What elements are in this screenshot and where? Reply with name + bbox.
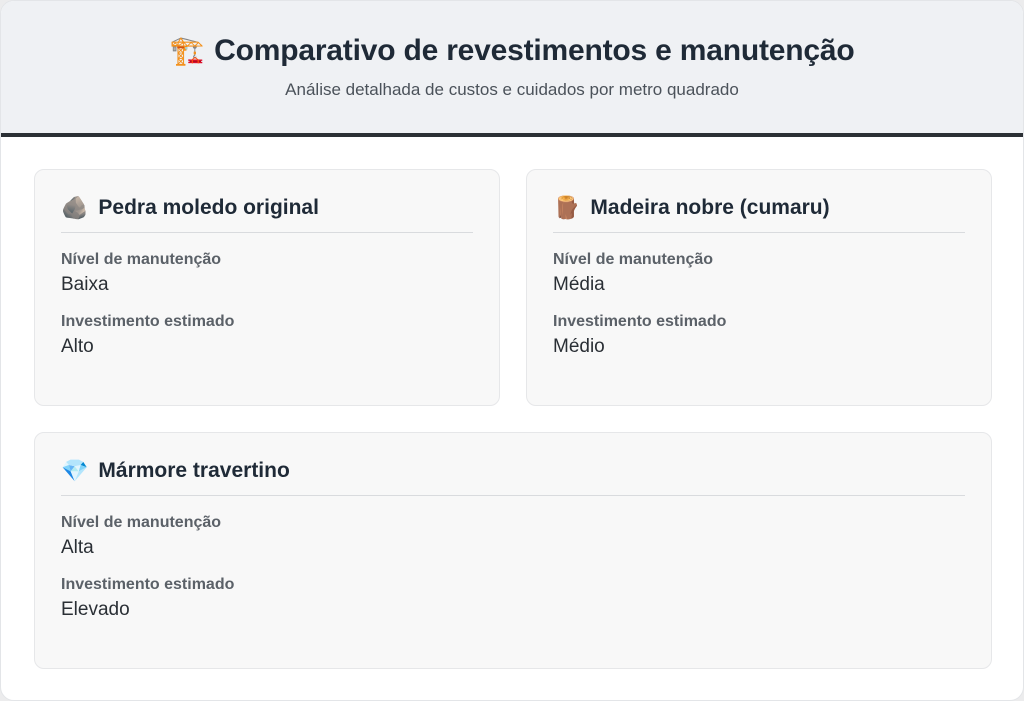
wood-log-icon: 🪵: [553, 195, 581, 220]
card-title-text: Mármore travertino: [98, 459, 290, 482]
comparison-page: 🏗️ Comparativo de revestimentos e manute…: [0, 0, 1024, 701]
maintenance-value: Alta: [61, 537, 94, 558]
card-title: 🪨 Pedra moledo original: [61, 196, 473, 233]
coating-card-pedra-moledo: 🪨 Pedra moledo original Nível de manuten…: [34, 169, 500, 406]
maintenance-value: Média: [553, 274, 605, 295]
page-subtitle: Análise detalhada de custos e cuidados p…: [285, 80, 739, 99]
card-title: 🪵 Madeira nobre (cumaru): [553, 196, 965, 233]
maintenance-label: Nível de manutenção: [61, 514, 222, 531]
maintenance-label: Nível de manutenção: [61, 251, 222, 268]
rock-icon: 🪨: [61, 195, 89, 220]
coating-card-marmore-travertino: 💎 Mármore travertino Nível de manutenção…: [34, 432, 992, 669]
maintenance-label: Nível de manutenção: [553, 251, 714, 268]
construction-crane-icon: 🏗️: [169, 35, 205, 66]
investment-label: Investimento estimado: [61, 576, 235, 593]
gem-icon: 💎: [61, 458, 89, 483]
coating-card-madeira-cumaru: 🪵 Madeira nobre (cumaru) Nível de manute…: [526, 169, 992, 406]
page-header: 🏗️ Comparativo de revestimentos e manute…: [1, 1, 1023, 137]
card-title: 💎 Mármore travertino: [61, 459, 965, 496]
investment-value: Médio: [553, 336, 605, 357]
investment-label: Investimento estimado: [61, 313, 235, 330]
page-title-text: Comparativo de revestimentos e manutençã…: [214, 34, 855, 67]
cards-grid: 🪨 Pedra moledo original Nível de manuten…: [1, 137, 1023, 669]
maintenance-value: Baixa: [61, 274, 109, 295]
investment-value: Alto: [61, 336, 94, 357]
card-title-text: Pedra moledo original: [98, 196, 319, 219]
page-title: 🏗️ Comparativo de revestimentos e manute…: [169, 34, 854, 68]
card-title-text: Madeira nobre (cumaru): [590, 196, 830, 219]
investment-value: Elevado: [61, 599, 130, 620]
investment-label: Investimento estimado: [553, 313, 727, 330]
